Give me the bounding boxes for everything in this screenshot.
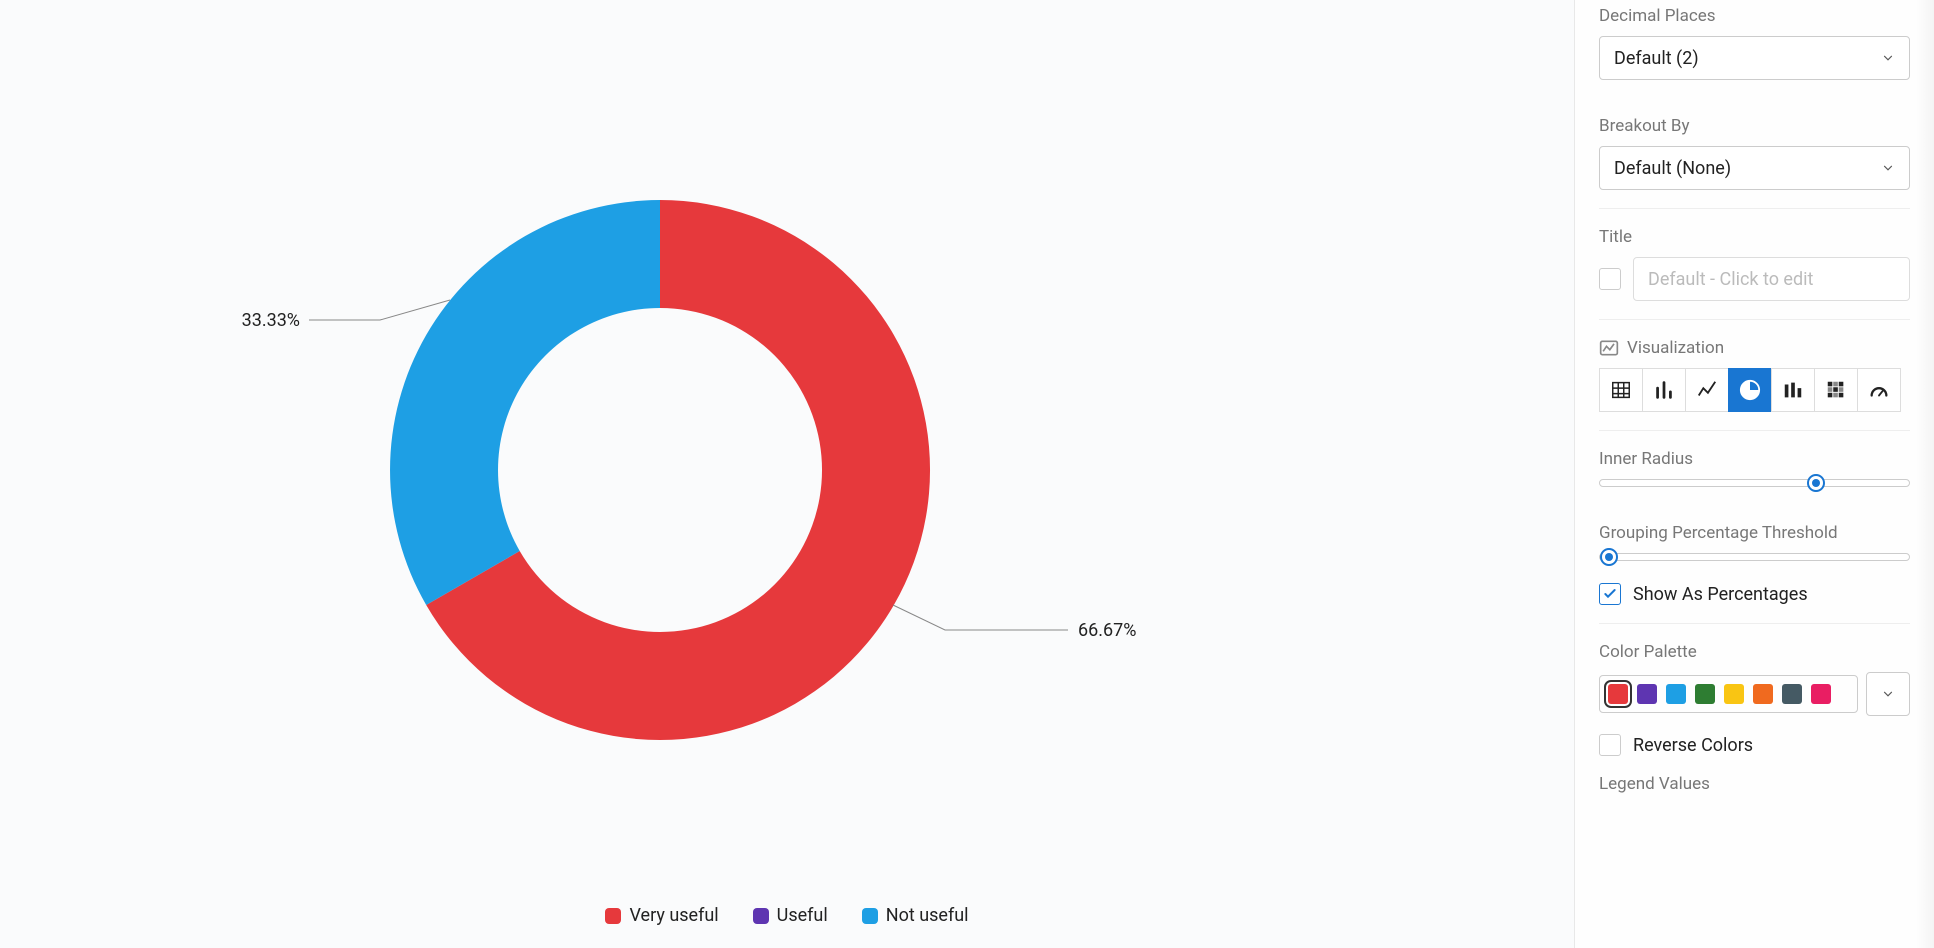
breakout-by-select[interactable]: Default (None) xyxy=(1599,146,1910,190)
legend-swatch xyxy=(753,908,769,924)
stacked-bar-icon xyxy=(1782,379,1804,401)
grouping-threshold-slider[interactable] xyxy=(1599,553,1910,561)
viz-table-button[interactable] xyxy=(1599,368,1643,412)
palette-swatch-0[interactable] xyxy=(1608,684,1628,704)
chevron-down-icon xyxy=(1881,51,1895,65)
line-chart-icon xyxy=(1696,379,1718,401)
palette-swatch-1[interactable] xyxy=(1637,684,1657,704)
viz-stacked-button[interactable] xyxy=(1771,368,1815,412)
palette-swatch-7[interactable] xyxy=(1811,684,1831,704)
legend-swatch xyxy=(605,908,621,924)
decimal-places-label: Decimal Places xyxy=(1599,6,1910,26)
breakout-by-label: Breakout By xyxy=(1599,116,1910,136)
visualization-label: Visualization xyxy=(1627,338,1724,358)
breakout-by-value: Default (None) xyxy=(1614,158,1731,179)
viz-pie-button[interactable] xyxy=(1728,368,1772,412)
chevron-down-icon xyxy=(1881,687,1895,701)
viz-bar-button[interactable] xyxy=(1642,368,1686,412)
title-placeholder: Default - Click to edit xyxy=(1648,269,1813,290)
legend-values-label: Legend Values xyxy=(1599,774,1910,794)
legend-item-not-useful[interactable]: Not useful xyxy=(862,905,969,926)
chart-canvas: 66.67% 33.33% Very useful Useful Not use… xyxy=(0,0,1574,948)
heatmap-icon xyxy=(1825,379,1847,401)
palette-swatch-4[interactable] xyxy=(1724,684,1744,704)
legend-item-useful[interactable]: Useful xyxy=(753,905,828,926)
color-palette-label: Color Palette xyxy=(1599,642,1910,662)
donut-slice-not-useful xyxy=(390,200,660,605)
grouping-threshold-label: Grouping Percentage Threshold xyxy=(1599,523,1910,543)
settings-sidebar: Decimal Places Default (2) Breakout By D… xyxy=(1574,0,1934,948)
color-palette-box xyxy=(1599,675,1858,713)
visualization-type-row xyxy=(1599,368,1910,412)
show-as-percentages-label: Show As Percentages xyxy=(1633,584,1808,605)
visualization-icon xyxy=(1599,338,1619,358)
viz-heatmap-button[interactable] xyxy=(1814,368,1858,412)
title-label: Title xyxy=(1599,227,1910,247)
legend-label: Not useful xyxy=(886,905,969,926)
palette-swatch-5[interactable] xyxy=(1753,684,1773,704)
palette-dropdown-button[interactable] xyxy=(1866,672,1910,716)
title-enable-checkbox[interactable] xyxy=(1599,268,1621,290)
inner-radius-label: Inner Radius xyxy=(1599,449,1910,469)
show-as-percentages-checkbox[interactable] xyxy=(1599,583,1621,605)
decimal-places-select[interactable]: Default (2) xyxy=(1599,36,1910,80)
pct-label-left: 33.33% xyxy=(242,310,300,331)
pct-label-right: 66.67% xyxy=(1078,620,1136,641)
palette-swatch-6[interactable] xyxy=(1782,684,1802,704)
inner-radius-slider[interactable] xyxy=(1599,479,1910,487)
palette-swatch-3[interactable] xyxy=(1695,684,1715,704)
title-input[interactable]: Default - Click to edit xyxy=(1633,257,1910,301)
legend-item-very-useful[interactable]: Very useful xyxy=(605,905,718,926)
leader-line-left xyxy=(309,300,450,320)
viz-gauge-button[interactable] xyxy=(1857,368,1901,412)
sidebar-scroll-shadow xyxy=(1916,0,1934,948)
legend-label: Very useful xyxy=(629,905,718,926)
donut-chart-svg: 66.67% 33.33% xyxy=(0,0,1574,948)
bar-chart-icon xyxy=(1653,379,1675,401)
pie-chart-icon xyxy=(1739,379,1761,401)
chevron-down-icon xyxy=(1881,161,1895,175)
leader-line-right xyxy=(893,605,1068,630)
gauge-icon xyxy=(1868,379,1890,401)
chart-legend: Very useful Useful Not useful xyxy=(0,905,1574,926)
decimal-places-value: Default (2) xyxy=(1614,48,1699,69)
palette-swatch-2[interactable] xyxy=(1666,684,1686,704)
legend-swatch xyxy=(862,908,878,924)
legend-label: Useful xyxy=(777,905,828,926)
viz-line-button[interactable] xyxy=(1685,368,1729,412)
reverse-colors-label: Reverse Colors xyxy=(1633,735,1753,756)
table-icon xyxy=(1610,379,1632,401)
reverse-colors-checkbox[interactable] xyxy=(1599,734,1621,756)
